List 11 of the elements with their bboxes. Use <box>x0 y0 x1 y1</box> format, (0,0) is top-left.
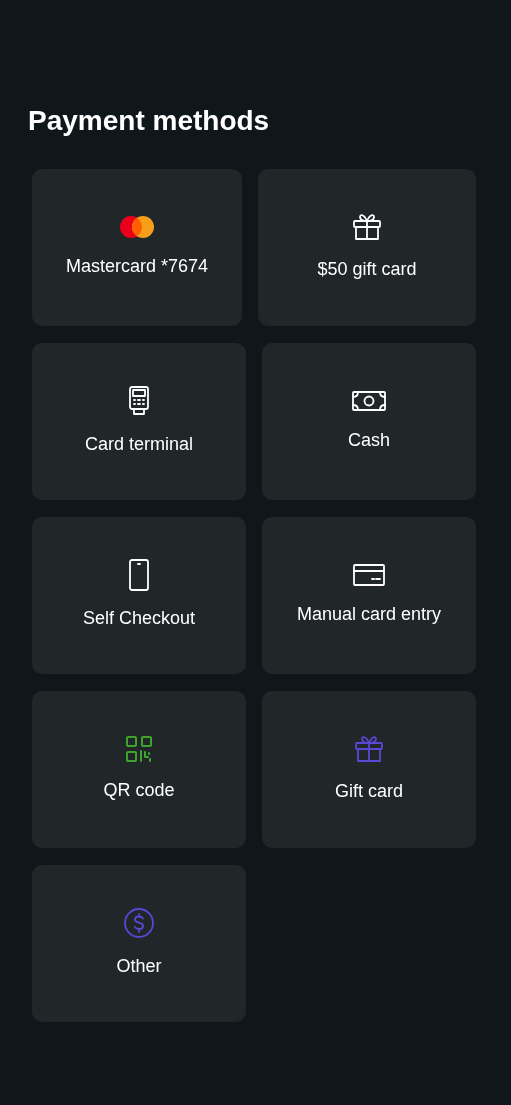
page-title: Payment methods <box>28 104 271 138</box>
payment-method-button[interactable]: Other <box>32 865 246 1022</box>
payment-method-button[interactable]: $50 gift card <box>258 169 476 326</box>
payment-method-button[interactable]: Gift card <box>262 691 476 848</box>
payment-method-button[interactable]: Manual card entry <box>262 517 476 674</box>
payment-method-button[interactable]: Cash <box>262 343 476 500</box>
payment-method-button[interactable]: QR code <box>32 691 246 848</box>
payment-method-button[interactable]: Self Checkout <box>32 517 246 674</box>
payment-method-button[interactable]: Card terminal <box>32 343 246 500</box>
payment-method-button[interactable]: Mastercard *7674 <box>32 169 242 326</box>
mastercard-logo-icon <box>118 215 156 239</box>
